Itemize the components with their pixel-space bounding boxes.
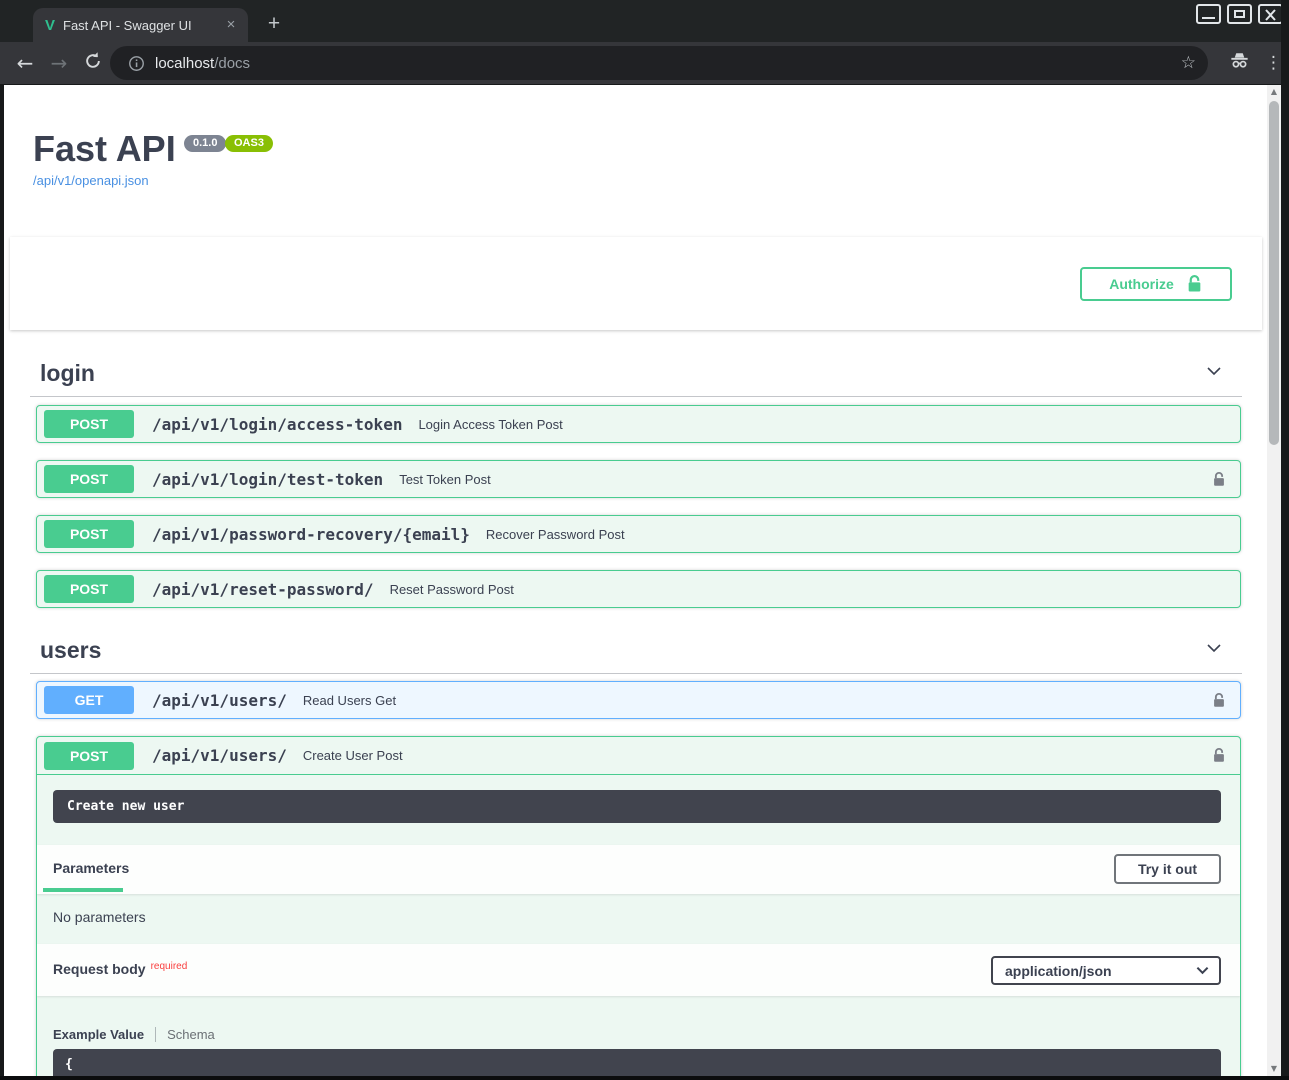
try-it-out-button[interactable]: Try it out xyxy=(1114,854,1221,884)
browser-menu-kebab-icon[interactable]: ⋮ xyxy=(1265,53,1279,73)
endpoint-row-read-users[interactable]: GET /api/v1/users/ Read Users Get xyxy=(36,681,1241,719)
media-type-value: application/json xyxy=(1005,963,1112,979)
scheme-container: Authorize xyxy=(10,237,1262,330)
close-button[interactable] xyxy=(1258,4,1283,24)
chevron-down-icon xyxy=(1196,966,1209,975)
section-header-users[interactable]: users xyxy=(30,628,1242,674)
page-scrollbar[interactable]: ▲ ▼ xyxy=(1267,85,1281,1076)
authorize-label: Authorize xyxy=(1109,276,1174,292)
endpoint-path: /api/v1/users/ xyxy=(152,691,287,710)
scroll-down-arrow-icon[interactable]: ▼ xyxy=(1267,1062,1281,1076)
example-json-block: { xyxy=(53,1049,1221,1076)
method-badge: GET xyxy=(44,686,134,714)
unlocked-padlock-icon xyxy=(1186,274,1203,294)
reload-button[interactable] xyxy=(76,51,110,76)
endpoint-summary: Reset Password Post xyxy=(390,582,514,597)
endpoint-row-create-user[interactable]: POST /api/v1/users/ Create User Post xyxy=(37,737,1240,775)
parameters-header: Parameters Try it out xyxy=(37,845,1240,894)
endpoint-path: /api/v1/password-recovery/{email} xyxy=(152,525,470,544)
active-tab-underline xyxy=(43,888,123,892)
tab-example-value[interactable]: Example Value xyxy=(53,1027,144,1042)
unlocked-padlock-icon[interactable] xyxy=(1212,471,1226,488)
endpoint-summary: Create User Post xyxy=(303,748,403,763)
authorize-button[interactable]: Authorize xyxy=(1080,267,1232,301)
browser-tab[interactable]: V Fast API - Swagger UI × xyxy=(33,8,248,42)
expanded-operation-create-user: POST /api/v1/users/ Create User Post Cre… xyxy=(36,736,1241,1076)
openapi-spec-link[interactable]: /api/v1/openapi.json xyxy=(33,173,149,188)
required-flag: required xyxy=(151,961,188,972)
request-body-label: Request bodyrequired xyxy=(53,961,187,977)
unlocked-padlock-icon[interactable] xyxy=(1212,747,1226,764)
endpoint-path: /api/v1/users/ xyxy=(152,746,287,765)
version-badge: 0.1.0 xyxy=(184,135,226,152)
endpoint-path: /api/v1/reset-password/ xyxy=(152,580,374,599)
endpoint-summary: Recover Password Post xyxy=(486,527,625,542)
endpoint-row-reset-password[interactable]: POST /api/v1/reset-password/ Reset Passw… xyxy=(36,570,1241,608)
method-badge: POST xyxy=(44,465,134,493)
forward-button[interactable]: → xyxy=(42,51,76,75)
swagger-page: Fast API 0.1.0 OAS3 /api/v1/openapi.json… xyxy=(4,85,1267,1076)
url-text: localhost/docs xyxy=(155,55,250,72)
incognito-icon xyxy=(1228,49,1251,77)
endpoint-path: /api/v1/login/access-token xyxy=(152,415,402,434)
chevron-down-icon xyxy=(1204,361,1224,386)
maximize-button[interactable] xyxy=(1227,4,1252,24)
tab-close-icon[interactable]: × xyxy=(222,16,240,34)
method-badge: POST xyxy=(44,410,134,438)
endpoint-row-password-recovery[interactable]: POST /api/v1/password-recovery/{email} R… xyxy=(36,515,1241,553)
unlocked-padlock-icon[interactable] xyxy=(1212,692,1226,709)
minimize-icon xyxy=(1202,17,1215,19)
bookmark-star-icon[interactable]: ☆ xyxy=(1181,53,1196,73)
method-badge: POST xyxy=(44,742,134,770)
operation-description: Create new user xyxy=(53,790,1221,823)
endpoint-summary: Login Access Token Post xyxy=(418,417,562,432)
window-controls xyxy=(1196,4,1283,24)
endpoint-row-login-access-token[interactable]: POST /api/v1/login/access-token Login Ac… xyxy=(36,405,1241,443)
tab-schema[interactable]: Schema xyxy=(167,1027,215,1042)
maximize-icon xyxy=(1234,10,1245,18)
page-title: Fast API xyxy=(33,128,176,170)
section-title: users xyxy=(30,637,101,664)
new-tab-button[interactable]: + xyxy=(262,13,286,34)
tab-divider xyxy=(155,1027,156,1042)
parameters-tab: Parameters xyxy=(53,860,129,876)
url-bar[interactable]: localhost/docs ☆ xyxy=(110,46,1208,80)
oas3-badge: OAS3 xyxy=(225,135,273,152)
scroll-up-arrow-icon[interactable]: ▲ xyxy=(1267,85,1281,99)
site-info-icon[interactable] xyxy=(128,55,145,72)
endpoint-summary: Test Token Post xyxy=(399,472,491,487)
section-title: login xyxy=(30,360,95,387)
media-type-select[interactable]: application/json xyxy=(991,956,1221,985)
window-frame-bottom xyxy=(0,1076,1289,1080)
toolbar-right: ⋮ xyxy=(1228,42,1279,84)
window-frame-right xyxy=(1281,0,1289,1080)
section-header-login[interactable]: login xyxy=(30,351,1242,397)
model-example-tabs: Example Value Schema xyxy=(53,1027,215,1042)
endpoint-path: /api/v1/login/test-token xyxy=(152,470,383,489)
method-badge: POST xyxy=(44,520,134,548)
endpoint-row-login-test-token[interactable]: POST /api/v1/login/test-token Test Token… xyxy=(36,460,1241,498)
no-parameters-text: No parameters xyxy=(53,909,146,925)
browser-titlebar: V Fast API - Swagger UI × + xyxy=(0,0,1289,42)
tab-title: Fast API - Swagger UI xyxy=(63,18,222,33)
endpoint-summary: Read Users Get xyxy=(303,693,396,708)
close-icon xyxy=(1264,9,1277,21)
tab-favicon-v-icon: V xyxy=(45,17,63,34)
back-button[interactable]: ← xyxy=(8,51,42,75)
minimize-button[interactable] xyxy=(1196,4,1221,24)
chevron-down-icon xyxy=(1204,638,1224,663)
reload-icon xyxy=(83,51,103,71)
scrollbar-thumb[interactable] xyxy=(1269,101,1279,445)
method-badge: POST xyxy=(44,575,134,603)
